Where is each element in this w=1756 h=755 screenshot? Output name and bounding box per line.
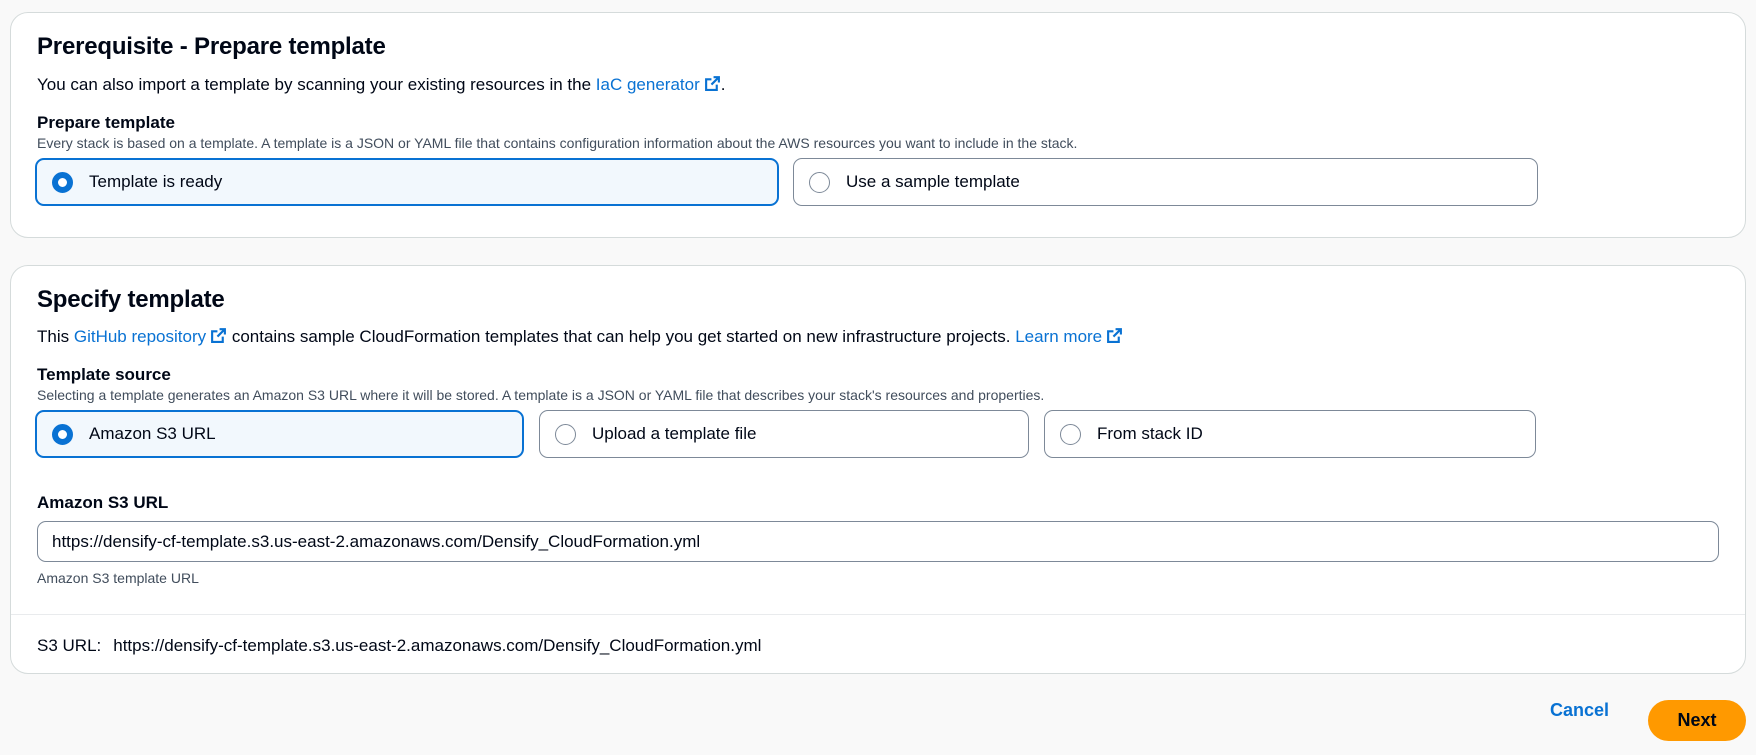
external-link-icon [704, 76, 720, 91]
from-stack-id-label: From stack ID [1097, 424, 1203, 443]
learn-more-link[interactable]: Learn more [1015, 327, 1123, 346]
template-ready-option[interactable]: Template is ready [35, 158, 779, 206]
next-button[interactable]: Next [1648, 700, 1746, 741]
s3-url-label: Amazon S3 URL [37, 493, 169, 512]
template-ready-label: Template is ready [89, 172, 223, 191]
s3-url-option[interactable]: Amazon S3 URL [35, 410, 524, 458]
s3-url-summary-value: https://densify-cf-template.s3.us-east-2… [113, 636, 762, 655]
s3-url-hint: Amazon S3 template URL [37, 570, 199, 586]
upload-template-label: Upload a template file [592, 424, 757, 443]
s3-url-summary-label: S3 URL: [37, 636, 102, 655]
radio-unselected-icon[interactable] [555, 423, 576, 445]
s3-url-input[interactable] [37, 521, 1719, 562]
external-link-icon [211, 328, 227, 343]
prepare-template-hint: Every stack is based on a template. A te… [37, 135, 1078, 151]
divider [11, 614, 1745, 615]
template-source-hint: Selecting a template generates an Amazon… [37, 387, 1045, 403]
radio-unselected-icon[interactable] [809, 171, 830, 193]
prerequisite-title: Prerequisite - Prepare template [37, 33, 386, 60]
sample-template-option[interactable]: Use a sample template [793, 158, 1538, 206]
specify-description-prefix: This [37, 327, 74, 346]
s3-url-summary: S3 URL: https://densify-cf-template.s3.us… [37, 636, 761, 656]
radio-selected-icon[interactable] [52, 171, 73, 193]
prepare-template-label: Prepare template [37, 113, 175, 132]
radio-unselected-icon[interactable] [1060, 423, 1081, 445]
specify-description: This GitHub repository contains sample C… [37, 327, 1123, 347]
prerequisite-description-prefix: You can also import a template by scanni… [37, 75, 596, 94]
github-repository-link[interactable]: GitHub repository [74, 327, 227, 346]
prerequisite-description: You can also import a template by scanni… [37, 75, 725, 95]
iac-generator-link[interactable]: IaC generator [596, 75, 721, 94]
specify-template-title: Specify template [37, 286, 225, 313]
prerequisite-description-suffix: . [720, 75, 726, 94]
specify-template-panel: Specify template This GitHub repository … [10, 265, 1746, 674]
upload-template-option[interactable]: Upload a template file [539, 410, 1029, 458]
radio-selected-icon[interactable] [52, 423, 73, 445]
s3-url-option-label: Amazon S3 URL [89, 424, 216, 443]
from-stack-id-option[interactable]: From stack ID [1044, 410, 1536, 458]
specify-description-middle: contains sample CloudFormation templates… [227, 327, 1016, 346]
template-source-label: Template source [37, 365, 171, 384]
cancel-button[interactable]: Cancel [1550, 700, 1609, 721]
sample-template-label: Use a sample template [846, 172, 1020, 191]
external-link-icon [1107, 328, 1123, 343]
prerequisite-panel: Prerequisite - Prepare template You can … [10, 12, 1746, 238]
